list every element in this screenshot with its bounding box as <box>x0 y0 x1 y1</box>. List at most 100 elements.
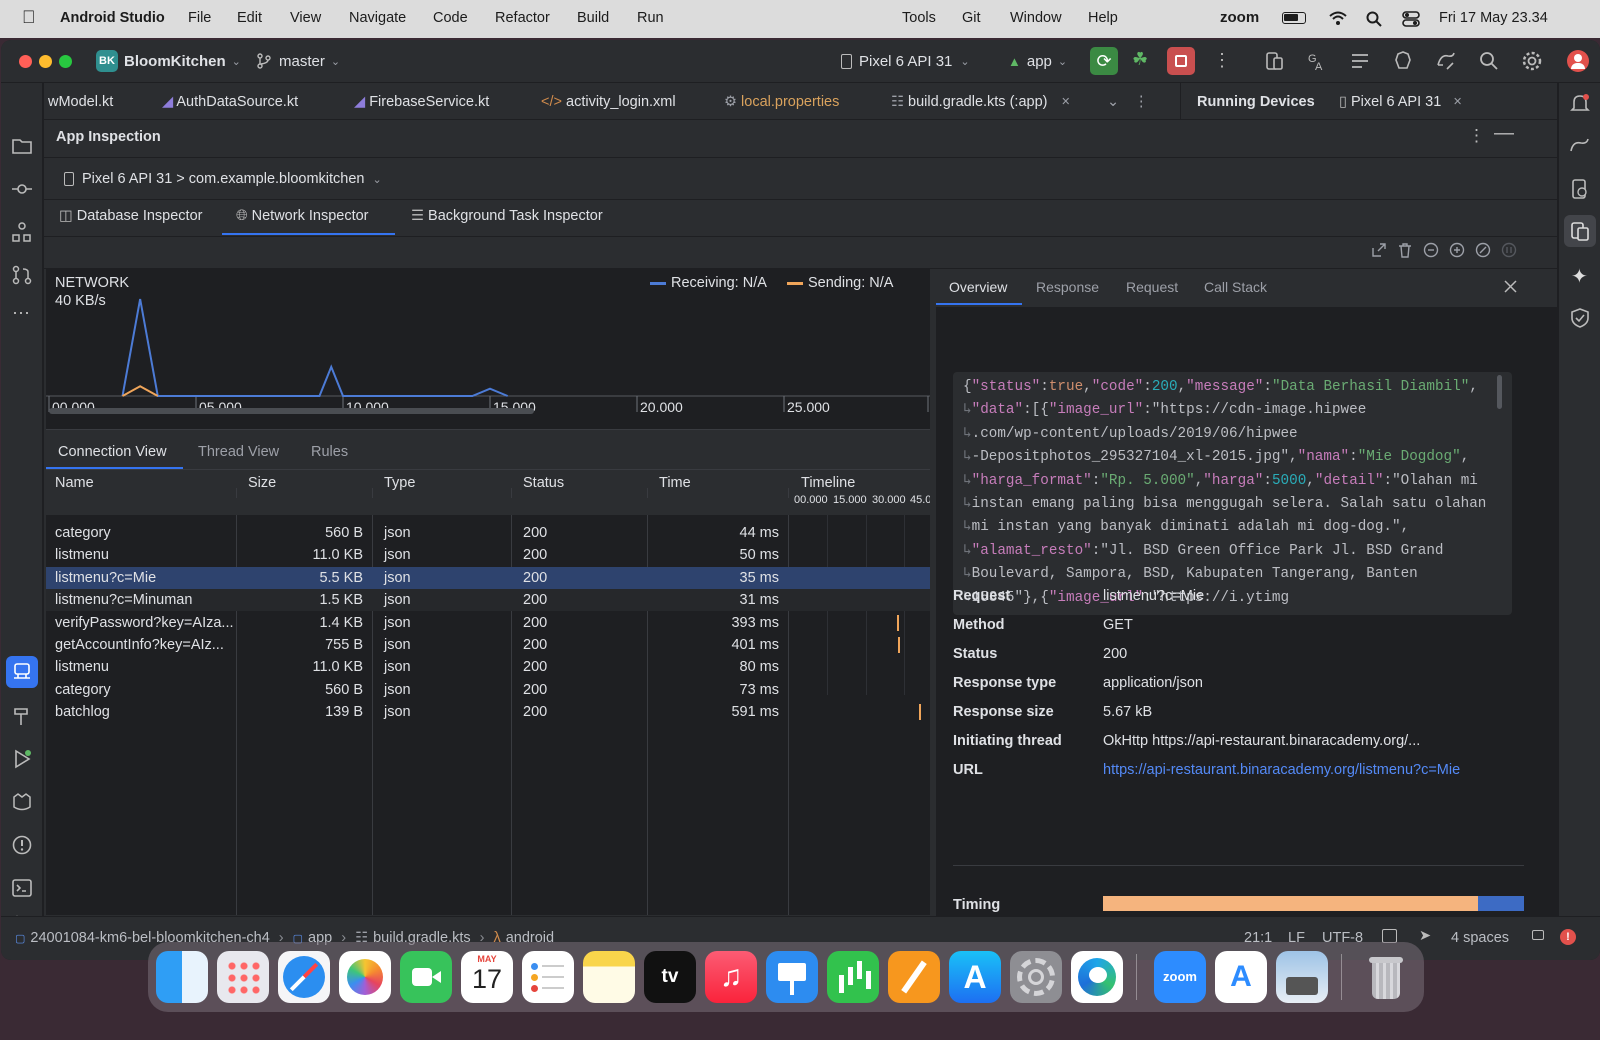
tab-request[interactable]: Request <box>1126 279 1178 295</box>
tab-thread-view[interactable]: Thread View <box>198 444 279 460</box>
notifications-bell-icon[interactable] <box>1569 92 1591 114</box>
facetime-icon[interactable] <box>400 951 452 1003</box>
battery-icon[interactable] <box>1282 12 1306 24</box>
column-header-size[interactable]: Size <box>248 475 276 491</box>
finder-icon[interactable] <box>156 951 208 1003</box>
tab-more-icon[interactable]: ⋮ <box>1134 94 1149 110</box>
menu-build[interactable]: Build <box>577 10 609 26</box>
menu-file[interactable]: File <box>188 10 211 26</box>
reset-zoom-icon[interactable] <box>1475 242 1491 258</box>
process-selector[interactable]: Pixel 6 API 31 > com.example.bloomkitche… <box>64 168 382 190</box>
panel-options-icon[interactable]: ⋮ <box>1468 126 1485 146</box>
tab-activity-login[interactable]: </> activity_login.xml <box>541 94 676 110</box>
tab-firebase-service[interactable]: ◢ FirebaseService.kt <box>354 94 489 110</box>
music-icon[interactable]: ♫ <box>705 951 757 1003</box>
tab-connection-view[interactable]: Connection View <box>58 444 167 460</box>
sdk-manager-icon[interactable] <box>1392 50 1414 72</box>
close-details-icon[interactable] <box>1504 280 1517 293</box>
column-header-timeline[interactable]: Timeline <box>801 475 855 491</box>
layout-inspector-icon[interactable] <box>1349 50 1371 72</box>
zoom-out-icon[interactable] <box>1423 242 1439 258</box>
menubar-datetime[interactable]: Fri 17 May 23.34 <box>1439 10 1548 26</box>
security-shield-icon[interactable] <box>1569 307 1591 329</box>
menu-run[interactable]: Run <box>637 10 664 26</box>
tab-background-task-inspector[interactable]: ☰ Background Task Inspector <box>411 208 603 224</box>
table-row[interactable]: category 560 B json 200 73 ms <box>46 679 930 701</box>
menu-window[interactable]: Window <box>1010 10 1062 26</box>
app-inspection-tool-button[interactable] <box>6 656 38 688</box>
close-window-button[interactable] <box>19 55 32 68</box>
structure-icon[interactable] <box>11 221 33 243</box>
delete-trash-icon[interactable] <box>1397 242 1413 258</box>
branch-selector[interactable]: master ⌄ <box>257 50 340 72</box>
safari-icon[interactable] <box>278 951 330 1003</box>
project-selector[interactable]: BK BloomKitchen ⌄ <box>96 50 241 72</box>
tab-call-stack[interactable]: Call Stack <box>1204 279 1267 295</box>
notes-icon[interactable] <box>583 951 635 1003</box>
account-avatar[interactable] <box>1567 50 1589 72</box>
tab-response[interactable]: Response <box>1036 279 1099 295</box>
close-tab-icon[interactable]: × <box>1453 94 1461 110</box>
export-icon[interactable] <box>1371 242 1387 258</box>
table-row[interactable]: listmenu 11.0 KB json 200 80 ms <box>46 656 930 678</box>
menu-code[interactable]: Code <box>433 10 468 26</box>
photos-icon[interactable] <box>339 951 391 1003</box>
indent-setting[interactable]: 4 spaces <box>1451 930 1509 946</box>
json-scrollbar[interactable] <box>1497 375 1502 409</box>
spotlight-search-icon[interactable] <box>1366 11 1382 27</box>
tab-list-chevron-icon[interactable]: ⌄ <box>1107 94 1119 110</box>
run-config-selector[interactable]: ▲ app ⌄ <box>1008 50 1067 72</box>
problems-icon[interactable] <box>11 834 33 856</box>
apply-changes-restart-button[interactable]: ⟳ <box>1090 47 1118 75</box>
device-file-explorer-icon[interactable] <box>1569 178 1591 200</box>
commit-icon[interactable] <box>11 178 33 200</box>
column-header-type[interactable]: Type <box>384 475 415 491</box>
debug-bug-icon[interactable]: ☘ <box>1132 49 1148 70</box>
table-row[interactable]: verifyPassword?key=AIza... 1.4 KB json 200 3… <box>46 612 930 634</box>
table-row[interactable]: category 560 B json 200 44 ms <box>46 522 930 544</box>
terminal-icon[interactable] <box>11 877 33 899</box>
app-store-icon[interactable]: A <box>949 951 1001 1003</box>
edge-browser-icon[interactable] <box>1071 951 1123 1003</box>
more-actions-icon[interactable]: ⋮ <box>1213 50 1231 71</box>
more-tool-windows-icon[interactable]: ⋯ <box>12 303 30 324</box>
gradle-sync-icon[interactable] <box>1435 50 1457 72</box>
timeline-scrollbar[interactable] <box>49 408 534 414</box>
pull-requests-icon[interactable] <box>11 264 33 286</box>
menu-refactor[interactable]: Refactor <box>495 10 550 26</box>
menu-app-name[interactable]: Android Studio <box>60 10 165 26</box>
column-header-name[interactable]: Name <box>55 475 94 491</box>
pages-icon[interactable] <box>888 951 940 1003</box>
table-row[interactable]: batchlog 139 B json 200 591 ms <box>46 701 930 723</box>
column-header-status[interactable]: Status <box>523 475 564 491</box>
control-center-icon[interactable] <box>1402 11 1420 27</box>
rocket-icon[interactable]: ➤ <box>1419 928 1431 944</box>
table-row[interactable]: getAccountInfo?key=AIz... 755 B json 200 401… <box>46 634 930 656</box>
project-folder-icon[interactable] <box>11 135 33 157</box>
zoom-app-icon[interactable]: zoom <box>1154 951 1206 1003</box>
readonly-toggle-icon[interactable] <box>1382 929 1397 943</box>
apple-tv-icon[interactable]: tv <box>644 951 696 1003</box>
minimize-panel-icon[interactable]: — <box>1494 122 1514 145</box>
menu-tools[interactable]: Tools <box>902 10 936 26</box>
table-row[interactable]: listmenu?c=Mie 5.5 KB json 200 35 ms <box>46 566 930 589</box>
error-indicator-icon[interactable]: ! <box>1560 929 1576 945</box>
menu-edit[interactable]: Edit <box>237 10 262 26</box>
apple-icon[interactable]:  <box>22 7 36 28</box>
tab-network-inspector[interactable]: 🌐︎ Network Inspector <box>236 208 369 224</box>
tab-auth-data-source[interactable]: ◢ AuthDataSource.kt <box>162 94 298 110</box>
device-manager-icon[interactable] <box>1263 50 1285 72</box>
calendar-icon[interactable]: MAY 17 <box>461 951 513 1003</box>
gemini-sparkle-icon[interactable]: ✦ <box>1571 264 1588 289</box>
tab-local-properties[interactable]: ⚙ local.properties <box>724 94 839 110</box>
response-json-preview[interactable]: {"status":true,"code":200,"message":"Dat… <box>953 372 1512 615</box>
tab-rules[interactable]: Rules <box>311 444 348 460</box>
logcat-icon[interactable] <box>11 791 33 813</box>
close-tab-icon[interactable]: × <box>1062 94 1070 110</box>
lock-icon[interactable] <box>1532 930 1544 940</box>
tab-overview[interactable]: Overview <box>949 279 1007 295</box>
tab-running-device[interactable]: ▯ Pixel 6 API 31 × <box>1339 94 1462 110</box>
settings-gear-icon[interactable] <box>1521 50 1543 72</box>
device-selector[interactable]: Pixel 6 API 31 ⌄ <box>841 50 970 72</box>
tab-database-inspector[interactable]: ◫ Database Inspector <box>59 208 202 224</box>
